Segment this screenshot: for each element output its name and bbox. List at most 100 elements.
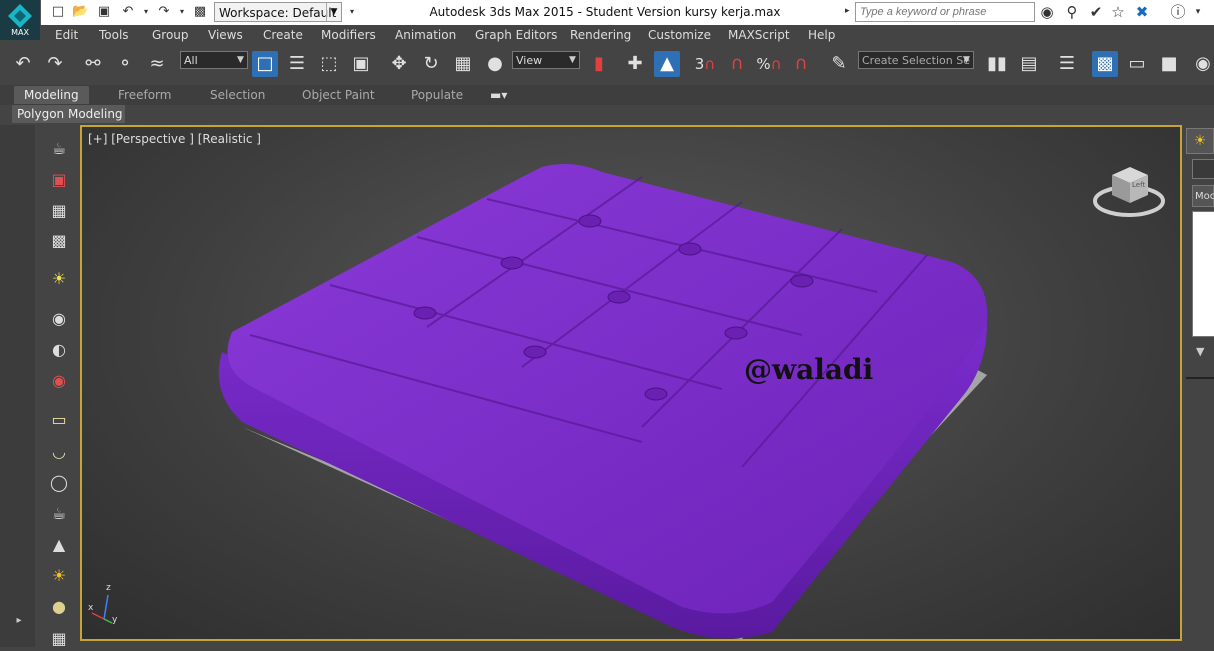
named-selection-sets-dropdown[interactable]: Create Selection Se ▼	[858, 51, 974, 69]
select-object-icon[interactable]: □	[252, 51, 278, 77]
workspace-more-icon[interactable]: ▾	[344, 4, 360, 20]
grid-icon[interactable]: ▦	[47, 627, 71, 651]
menu-animation[interactable]: Animation	[395, 25, 456, 45]
menu-modifiers[interactable]: Modifiers	[321, 25, 376, 45]
menu-views[interactable]: Views	[208, 25, 243, 45]
edit-named-selection-icon[interactable]: ✎	[826, 51, 852, 77]
light-bulb-icon[interactable]: ☀	[47, 267, 71, 291]
workspace-dropdown[interactable]: Workspace: Default ▼	[214, 2, 342, 22]
favorites-star-icon[interactable]: ☆	[1108, 3, 1128, 21]
teapot-material-icon[interactable]: ☕	[47, 502, 71, 526]
binoculars-icon[interactable]: ◉	[1037, 3, 1057, 21]
save-icon[interactable]: ▣	[96, 4, 112, 20]
object-name-field[interactable]	[1192, 159, 1214, 179]
modifier-stack-list[interactable]	[1192, 211, 1214, 337]
autodesk-x-icon[interactable]: ✖	[1132, 3, 1152, 21]
menu-group[interactable]: Group	[152, 25, 189, 45]
camera-icon[interactable]: ◉	[47, 307, 71, 331]
redo-button[interactable]: ↷	[42, 51, 68, 77]
sphere-shade-icon[interactable]: ◐	[47, 338, 71, 362]
tab-object-paint[interactable]: Object Paint	[302, 86, 375, 104]
viewcube-icon[interactable]: Left	[1090, 157, 1168, 221]
menu-maxscript[interactable]: MAXScript	[728, 25, 790, 45]
ribbon-options-icon[interactable]: ▬▾	[490, 86, 507, 104]
video-camera-icon[interactable]: ◉	[47, 369, 71, 393]
curve-editor-icon[interactable]: ▭	[1124, 51, 1150, 77]
render-setup-icon[interactable]: ▦	[47, 199, 71, 223]
spinner-snap-icon[interactable]: ∩	[788, 51, 814, 77]
select-by-name-icon[interactable]: ☰	[284, 51, 310, 77]
mirror-icon[interactable]: ▮▮	[984, 51, 1010, 77]
cushion-model[interactable]	[82, 127, 1180, 639]
toggle-ribbon-icon[interactable]: ▩	[1092, 51, 1118, 77]
tab-freeform[interactable]: Freeform	[118, 86, 171, 104]
rectangular-selection-icon[interactable]: ⬚	[316, 51, 342, 77]
percent-snap-icon[interactable]: %∩	[756, 51, 782, 77]
rendered-frame-window-icon[interactable]: ▩	[47, 229, 71, 253]
reference-coordinate-dropdown[interactable]: View ▼	[512, 51, 580, 69]
menu-customize[interactable]: Customize	[648, 25, 711, 45]
layer-explorer-icon[interactable]: ☰	[1054, 51, 1080, 77]
undo-button[interactable]: ↶	[10, 51, 36, 77]
menu-help[interactable]: Help	[808, 25, 835, 45]
undo-dropdown-icon[interactable]: ▾	[138, 4, 154, 20]
new-file-icon[interactable]: □	[50, 4, 66, 20]
open-file-icon[interactable]: 📂	[72, 4, 88, 20]
ribbon-panel-polygon-modeling[interactable]: Polygon Modeling	[12, 105, 125, 123]
search-input[interactable]	[855, 2, 1035, 22]
align-icon[interactable]: ▤	[1016, 51, 1042, 77]
menu-rendering[interactable]: Rendering	[570, 25, 631, 45]
select-and-rotate-icon[interactable]: ↻	[418, 51, 444, 77]
left-toolbar: ▸ ☕ ▣ ▦ ▩ ☀ ◉ ◐ ◉ ▭ ◡ ◯ ☕ ▲ ☀ ● ▦	[0, 125, 80, 648]
select-and-link-icon[interactable]: ⚯	[80, 51, 106, 77]
pin-stack-icon[interactable]: ▼	[1196, 345, 1204, 358]
help-dropdown-icon[interactable]: ▾	[1188, 3, 1208, 21]
plane-icon[interactable]: ▭	[47, 408, 71, 432]
select-and-move-icon[interactable]: ✥	[386, 51, 412, 77]
workspace-value: Workspace: Default	[219, 6, 337, 20]
pivot-point-center-icon[interactable]: ▮	[586, 51, 612, 77]
unlink-selection-icon[interactable]: ⚬	[112, 51, 138, 77]
star-toggle-icon[interactable]: ✔	[1086, 3, 1106, 21]
create-tab-icon[interactable]: ☀	[1186, 128, 1214, 154]
cone-icon[interactable]: ▲	[47, 533, 71, 557]
dome-icon[interactable]: ◡	[47, 440, 71, 464]
modifier-list-dropdown[interactable]: Moc	[1192, 185, 1214, 207]
selection-filter-dropdown[interactable]: All ▼	[180, 51, 248, 69]
disc-icon[interactable]: ●	[47, 595, 71, 619]
material-editor-icon[interactable]: ◉	[1190, 51, 1214, 77]
redo-icon[interactable]: ↷	[156, 4, 172, 20]
help-icon[interactable]: ⓘ	[1168, 3, 1188, 21]
expand-arrow-icon[interactable]: ▸	[845, 6, 853, 18]
perspective-viewport[interactable]: [+] [Perspective ] [Realistic ] @waladi …	[80, 125, 1182, 641]
redo-dropdown-icon[interactable]: ▾	[174, 4, 190, 20]
expand-arrow-icon[interactable]: ▸	[12, 615, 26, 629]
window-title: Autodesk 3ds Max 2015 - Student Version …	[429, 5, 781, 19]
select-and-scale-icon[interactable]: ▦	[450, 51, 476, 77]
render-frame-icon[interactable]: ▣	[47, 168, 71, 192]
menu-graph-editors[interactable]: Graph Editors	[475, 25, 557, 45]
command-panel: ☀ Moc ▼	[1182, 125, 1214, 647]
bind-to-space-warp-icon[interactable]: ≈	[144, 51, 170, 77]
sphere-icon[interactable]: ◯	[47, 471, 71, 495]
keyboard-shortcut-override-icon[interactable]: ▲	[654, 51, 680, 77]
snaps-toggle-icon[interactable]: 3∩	[692, 51, 718, 77]
menu-create[interactable]: Create	[263, 25, 303, 45]
menu-tools[interactable]: Tools	[99, 25, 129, 45]
project-folder-icon[interactable]: ▩	[192, 4, 208, 20]
application-menu-button[interactable]: MAX	[0, 0, 41, 40]
tab-selection[interactable]: Selection	[210, 86, 265, 104]
schematic-view-icon[interactable]: ■	[1156, 51, 1182, 77]
key-icon[interactable]: ⚲	[1062, 3, 1082, 21]
window-crossing-icon[interactable]: ▣	[348, 51, 374, 77]
select-and-manipulate-icon[interactable]: ✚	[622, 51, 648, 77]
tab-populate[interactable]: Populate	[411, 86, 463, 104]
undo-icon[interactable]: ↶	[120, 4, 136, 20]
angle-snap-icon[interactable]: ∩	[724, 51, 750, 77]
menu-edit[interactable]: Edit	[55, 25, 78, 45]
teapot-icon[interactable]: ☕	[47, 137, 71, 161]
tab-modeling[interactable]: Modeling	[14, 86, 89, 104]
ribbon-tab-bar	[0, 85, 1214, 105]
sun-icon[interactable]: ☀	[47, 564, 71, 588]
select-and-place-icon[interactable]: ●	[482, 51, 508, 77]
